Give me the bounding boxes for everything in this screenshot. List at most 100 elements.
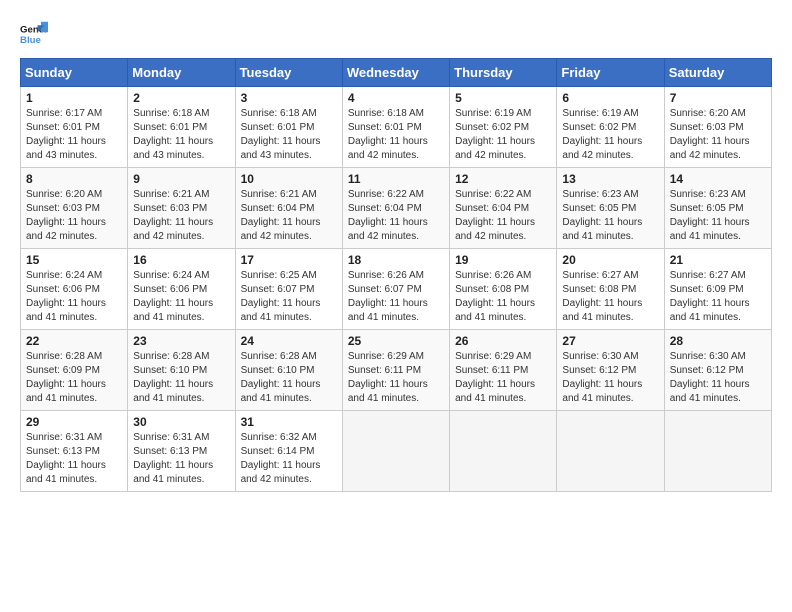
day-number: 28 <box>670 334 766 348</box>
calendar-cell: 20Sunrise: 6:27 AM Sunset: 6:08 PM Dayli… <box>557 249 664 330</box>
calendar-cell: 31 Sunrise: 6:32 AM Sunset: 6:14 PM Dayli… <box>235 411 342 492</box>
calendar-cell <box>557 411 664 492</box>
day-number: 1 <box>26 91 122 105</box>
day-info: Sunrise: 6:18 AM Sunset: 6:01 PM Dayligh… <box>133 107 229 163</box>
day-number: 15 <box>26 253 122 267</box>
calendar-cell: 4Sunrise: 6:18 AM Sunset: 6:01 PM Daylig… <box>342 87 449 168</box>
calendar-cell: 12Sunrise: 6:22 AM Sunset: 6:04 PM Dayli… <box>450 168 557 249</box>
calendar-cell: 30 Sunrise: 6:31 AM Sunset: 6:13 PM Dayli… <box>128 411 235 492</box>
calendar-cell: 5 Sunrise: 6:19 AM Sunset: 6:02 PM Daylig… <box>450 87 557 168</box>
calendar-cell: 14Sunrise: 6:23 AM Sunset: 6:05 PM Dayli… <box>664 168 771 249</box>
calendar-cell: 28 Sunrise: 6:30 AM Sunset: 6:12 PM Dayli… <box>664 330 771 411</box>
day-info: Sunrise: 6:18 AM Sunset: 6:01 PM Dayligh… <box>241 107 337 163</box>
calendar-cell: 21 Sunrise: 6:27 AM Sunset: 6:09 PM Dayli… <box>664 249 771 330</box>
day-number: 16 <box>133 253 229 267</box>
calendar-cell: 7 Sunrise: 6:20 AM Sunset: 6:03 PM Daylig… <box>664 87 771 168</box>
day-info: Sunrise: 6:21 AM Sunset: 6:04 PM Dayligh… <box>241 188 337 244</box>
day-number: 25 <box>348 334 444 348</box>
calendar-header-friday: Friday <box>557 59 664 87</box>
calendar-cell <box>342 411 449 492</box>
day-number: 21 <box>670 253 766 267</box>
calendar-cell: 6 Sunrise: 6:19 AM Sunset: 6:02 PM Daylig… <box>557 87 664 168</box>
svg-text:Blue: Blue <box>20 35 41 46</box>
day-info: Sunrise: 6:23 AM Sunset: 6:05 PM Dayligh… <box>562 188 658 244</box>
calendar-cell: 2 Sunrise: 6:18 AM Sunset: 6:01 PM Daylig… <box>128 87 235 168</box>
day-number: 29 <box>26 415 122 429</box>
day-number: 31 <box>241 415 337 429</box>
calendar-cell: 25 Sunrise: 6:29 AM Sunset: 6:11 PM Dayli… <box>342 330 449 411</box>
calendar-cell: 24 Sunrise: 6:28 AM Sunset: 6:10 PM Dayli… <box>235 330 342 411</box>
calendar-header-row: SundayMondayTuesdayWednesdayThursdayFrid… <box>21 59 772 87</box>
calendar-table: SundayMondayTuesdayWednesdayThursdayFrid… <box>20 58 772 492</box>
day-info: Sunrise: 6:17 AM Sunset: 6:01 PM Dayligh… <box>26 107 122 163</box>
day-info: Sunrise: 6:30 AM Sunset: 6:12 PM Dayligh… <box>562 350 658 406</box>
day-info: Sunrise: 6:19 AM Sunset: 6:02 PM Dayligh… <box>455 107 551 163</box>
day-info: Sunrise: 6:31 AM Sunset: 6:13 PM Dayligh… <box>26 431 122 487</box>
calendar-header-tuesday: Tuesday <box>235 59 342 87</box>
day-number: 12 <box>455 172 551 186</box>
calendar-cell: 22 Sunrise: 6:28 AM Sunset: 6:09 PM Dayli… <box>21 330 128 411</box>
calendar-header-wednesday: Wednesday <box>342 59 449 87</box>
day-number: 20 <box>562 253 658 267</box>
calendar-cell: 11 Sunrise: 6:22 AM Sunset: 6:04 PM Dayli… <box>342 168 449 249</box>
day-info: Sunrise: 6:32 AM Sunset: 6:14 PM Dayligh… <box>241 431 337 487</box>
calendar-cell: 27 Sunrise: 6:30 AM Sunset: 6:12 PM Dayli… <box>557 330 664 411</box>
day-number: 24 <box>241 334 337 348</box>
day-number: 13 <box>562 172 658 186</box>
calendar-cell: 16 Sunrise: 6:24 AM Sunset: 6:06 PM Dayli… <box>128 249 235 330</box>
logo: General Blue <box>20 20 52 48</box>
day-info: Sunrise: 6:19 AM Sunset: 6:02 PM Dayligh… <box>562 107 658 163</box>
day-info: Sunrise: 6:29 AM Sunset: 6:11 PM Dayligh… <box>455 350 551 406</box>
day-info: Sunrise: 6:24 AM Sunset: 6:06 PM Dayligh… <box>133 269 229 325</box>
calendar-cell: 26 Sunrise: 6:29 AM Sunset: 6:11 PM Dayli… <box>450 330 557 411</box>
day-number: 8 <box>26 172 122 186</box>
day-info: Sunrise: 6:31 AM Sunset: 6:13 PM Dayligh… <box>133 431 229 487</box>
day-number: 11 <box>348 172 444 186</box>
day-info: Sunrise: 6:29 AM Sunset: 6:11 PM Dayligh… <box>348 350 444 406</box>
calendar-cell: 15Sunrise: 6:24 AM Sunset: 6:06 PM Dayli… <box>21 249 128 330</box>
calendar-cell: 8 Sunrise: 6:20 AM Sunset: 6:03 PM Daylig… <box>21 168 128 249</box>
day-number: 10 <box>241 172 337 186</box>
day-number: 22 <box>26 334 122 348</box>
day-info: Sunrise: 6:27 AM Sunset: 6:09 PM Dayligh… <box>670 269 766 325</box>
day-number: 3 <box>241 91 337 105</box>
day-info: Sunrise: 6:28 AM Sunset: 6:10 PM Dayligh… <box>133 350 229 406</box>
day-info: Sunrise: 6:30 AM Sunset: 6:12 PM Dayligh… <box>670 350 766 406</box>
day-info: Sunrise: 6:28 AM Sunset: 6:10 PM Dayligh… <box>241 350 337 406</box>
day-number: 27 <box>562 334 658 348</box>
page-header: General Blue <box>20 20 772 48</box>
day-number: 17 <box>241 253 337 267</box>
calendar-week-1: 1 Sunrise: 6:17 AM Sunset: 6:01 PM Daylig… <box>21 87 772 168</box>
day-number: 23 <box>133 334 229 348</box>
day-info: Sunrise: 6:22 AM Sunset: 6:04 PM Dayligh… <box>348 188 444 244</box>
day-number: 26 <box>455 334 551 348</box>
calendar-cell: 9 Sunrise: 6:21 AM Sunset: 6:03 PM Daylig… <box>128 168 235 249</box>
calendar-week-2: 8 Sunrise: 6:20 AM Sunset: 6:03 PM Daylig… <box>21 168 772 249</box>
calendar-header-saturday: Saturday <box>664 59 771 87</box>
day-number: 9 <box>133 172 229 186</box>
day-number: 5 <box>455 91 551 105</box>
day-info: Sunrise: 6:28 AM Sunset: 6:09 PM Dayligh… <box>26 350 122 406</box>
day-number: 6 <box>562 91 658 105</box>
calendar-body: 1 Sunrise: 6:17 AM Sunset: 6:01 PM Daylig… <box>21 87 772 492</box>
day-number: 7 <box>670 91 766 105</box>
calendar-week-5: 29 Sunrise: 6:31 AM Sunset: 6:13 PM Dayli… <box>21 411 772 492</box>
calendar-header-thursday: Thursday <box>450 59 557 87</box>
day-info: Sunrise: 6:21 AM Sunset: 6:03 PM Dayligh… <box>133 188 229 244</box>
day-number: 2 <box>133 91 229 105</box>
calendar-cell: 10 Sunrise: 6:21 AM Sunset: 6:04 PM Dayli… <box>235 168 342 249</box>
day-info: Sunrise: 6:20 AM Sunset: 6:03 PM Dayligh… <box>670 107 766 163</box>
calendar-header-sunday: Sunday <box>21 59 128 87</box>
calendar-header-monday: Monday <box>128 59 235 87</box>
calendar-cell <box>664 411 771 492</box>
calendar-cell: 17Sunrise: 6:25 AM Sunset: 6:07 PM Dayli… <box>235 249 342 330</box>
day-number: 18 <box>348 253 444 267</box>
day-info: Sunrise: 6:18 AM Sunset: 6:01 PM Dayligh… <box>348 107 444 163</box>
day-info: Sunrise: 6:20 AM Sunset: 6:03 PM Dayligh… <box>26 188 122 244</box>
day-info: Sunrise: 6:23 AM Sunset: 6:05 PM Dayligh… <box>670 188 766 244</box>
day-info: Sunrise: 6:26 AM Sunset: 6:07 PM Dayligh… <box>348 269 444 325</box>
day-number: 19 <box>455 253 551 267</box>
day-number: 30 <box>133 415 229 429</box>
calendar-week-4: 22 Sunrise: 6:28 AM Sunset: 6:09 PM Dayli… <box>21 330 772 411</box>
calendar-cell: 29 Sunrise: 6:31 AM Sunset: 6:13 PM Dayli… <box>21 411 128 492</box>
